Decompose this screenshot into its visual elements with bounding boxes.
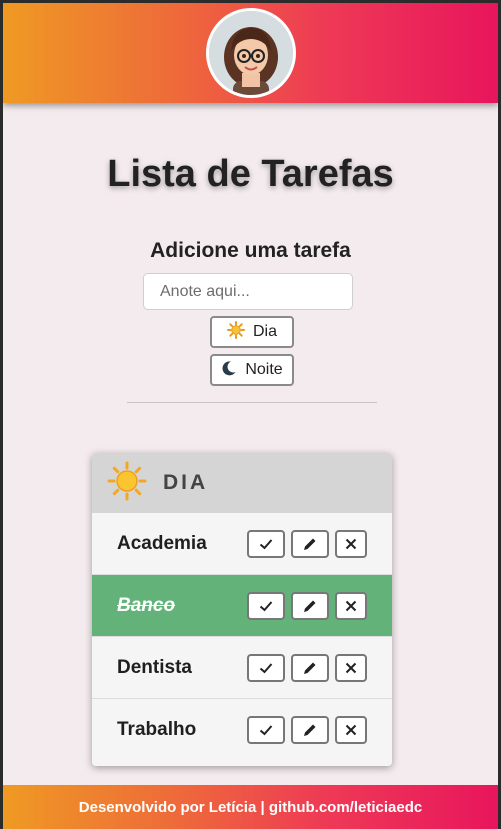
night-button[interactable]: Noite xyxy=(210,354,294,386)
sun-icon xyxy=(107,461,147,506)
check-icon xyxy=(259,662,273,673)
pencil-icon xyxy=(304,538,316,550)
pencil-icon xyxy=(304,662,316,674)
footer: Desenvolvido por Letícia | github.com/le… xyxy=(3,785,498,829)
check-icon xyxy=(259,538,273,549)
close-icon xyxy=(345,662,357,673)
avatar xyxy=(206,8,296,98)
delete-button[interactable] xyxy=(335,591,367,620)
app-frame: Lista de Tarefas Adicione uma tarefa Dia… xyxy=(3,3,498,829)
task-row: Dentista xyxy=(92,637,392,699)
card-title: DIA xyxy=(163,471,209,494)
task-label: Academia xyxy=(117,532,207,554)
edit-button[interactable] xyxy=(291,591,329,620)
edit-button[interactable] xyxy=(291,716,329,744)
task-label: Trabalho xyxy=(117,719,197,740)
avatar-illustration xyxy=(209,11,293,95)
delete-button[interactable] xyxy=(335,529,367,558)
close-icon xyxy=(345,538,357,549)
add-task-heading: Adicione uma tarefa xyxy=(150,239,351,262)
close-icon xyxy=(345,724,357,736)
task-label: Dentista xyxy=(117,656,192,678)
task-row: Trabalho xyxy=(92,699,392,761)
sun-icon xyxy=(226,320,245,344)
complete-button[interactable] xyxy=(247,653,285,682)
edit-button[interactable] xyxy=(291,529,329,558)
close-icon xyxy=(345,600,357,611)
card-header: DIA xyxy=(92,453,392,513)
task-row-done: Banco xyxy=(92,575,392,637)
check-icon xyxy=(259,725,273,736)
day-button[interactable]: Dia xyxy=(210,316,294,348)
night-button-label: Noite xyxy=(245,361,283,378)
task-row: Academia xyxy=(92,513,392,575)
moon-icon xyxy=(221,360,237,381)
complete-button[interactable] xyxy=(247,591,285,620)
edit-button[interactable] xyxy=(291,653,329,682)
pencil-icon xyxy=(304,600,316,612)
divider xyxy=(127,402,377,403)
complete-button[interactable] xyxy=(247,529,285,558)
day-task-card: DIA Academia Banco Dentista Trabalho xyxy=(92,453,392,766)
footer-credit: Desenvolvido por Letícia | github.com/le… xyxy=(78,798,423,816)
check-icon xyxy=(259,600,273,611)
delete-button[interactable] xyxy=(335,653,367,682)
day-button-label: Dia xyxy=(252,323,277,340)
pencil-icon xyxy=(304,724,316,736)
task-label: Banco xyxy=(117,594,176,616)
complete-button[interactable] xyxy=(247,716,285,744)
page-title: Lista de Tarefas xyxy=(107,153,394,195)
delete-button[interactable] xyxy=(335,716,367,744)
header xyxy=(3,3,498,103)
task-input[interactable] xyxy=(143,273,353,310)
